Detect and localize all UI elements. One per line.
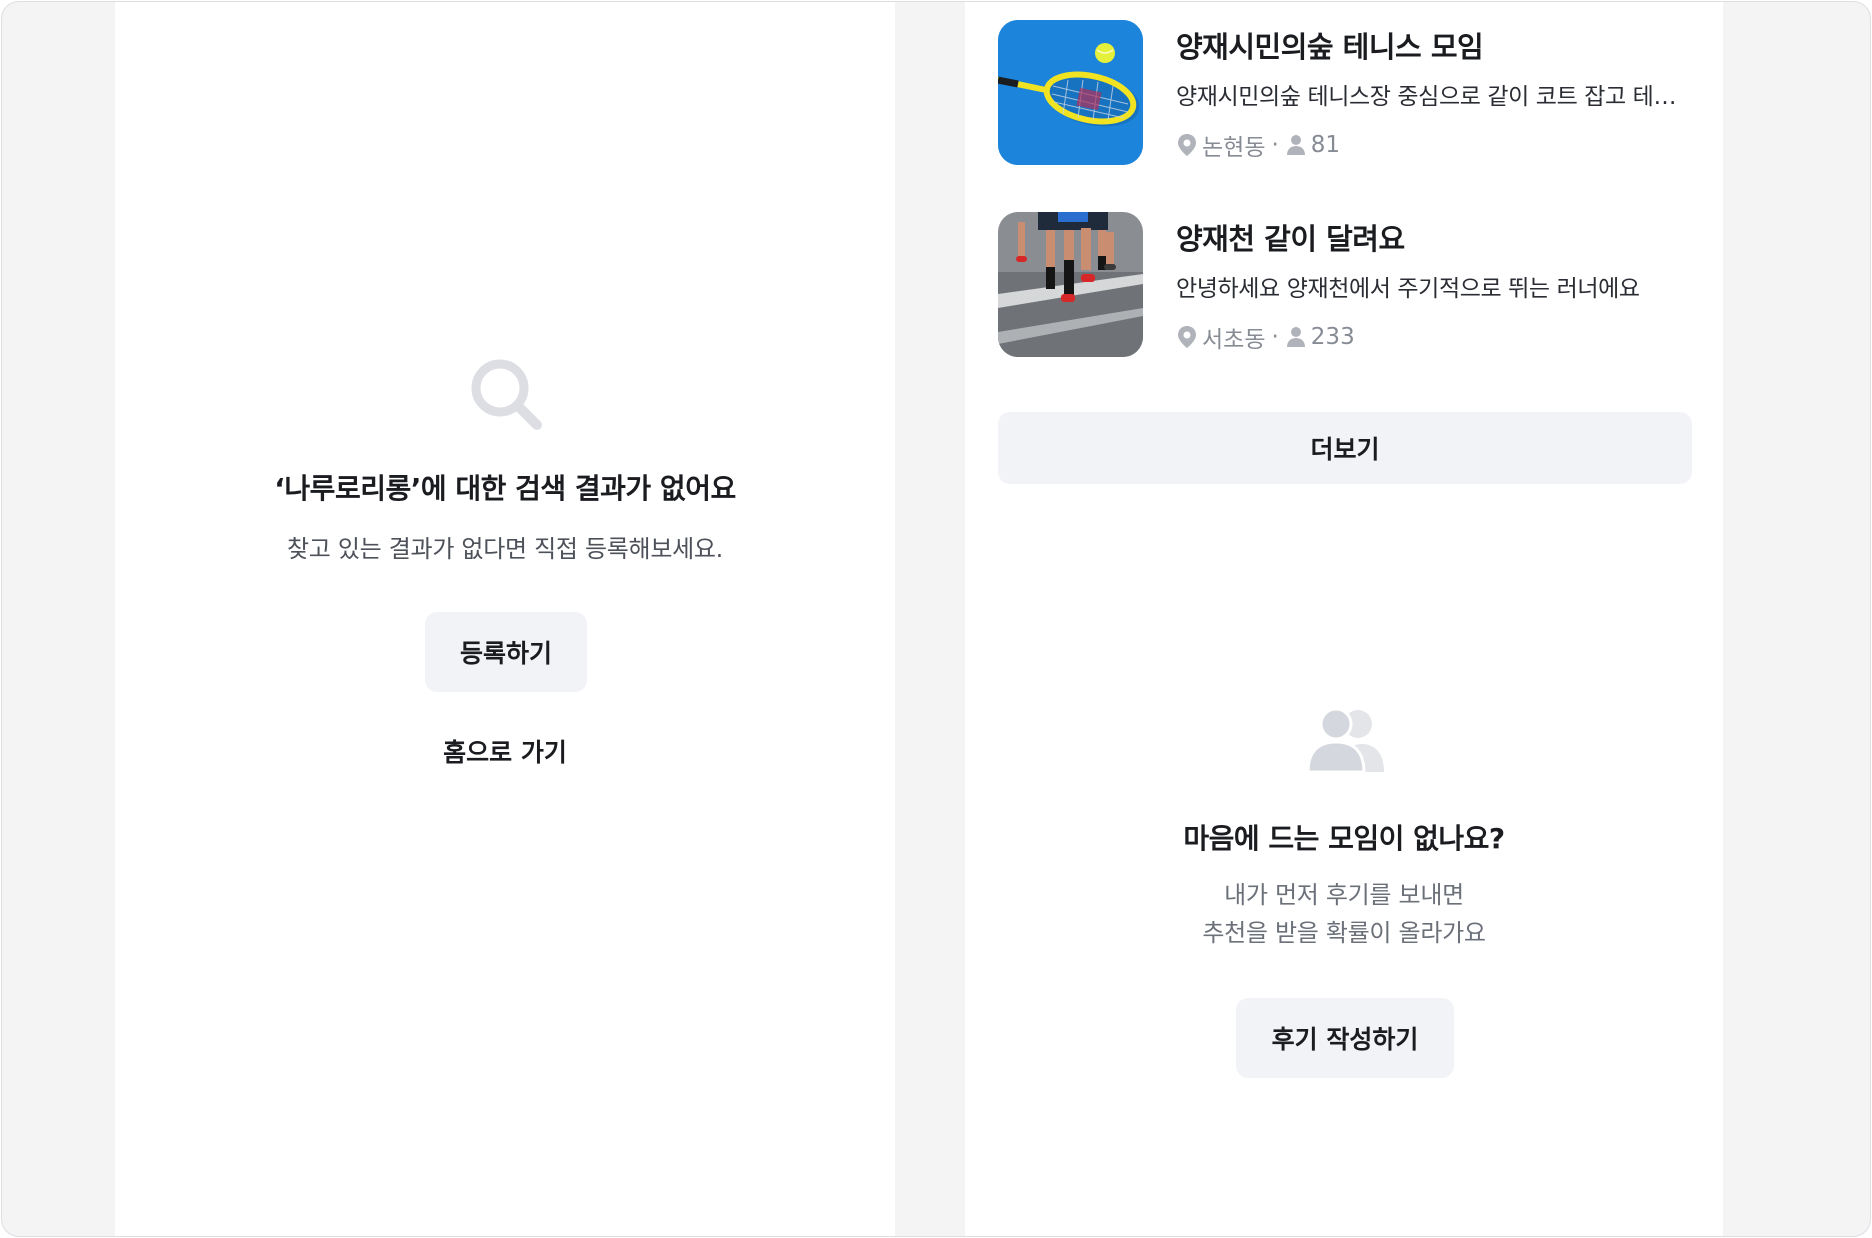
group-list-item[interactable]: 양재시민의숲 테니스 모임 양재시민의숲 테니스장 중심으로 같이 코트 잡고 … [998, 20, 1698, 165]
more-button[interactable]: 더보기 [998, 412, 1692, 484]
review-cta-title: 마음에 드는 모임이 없나요? [1183, 822, 1505, 855]
review-cta-description: 내가 먼저 후기를 보내면 추천을 받을 확률이 올라가요 [965, 876, 1723, 952]
register-button[interactable]: 등록하기 [425, 612, 587, 692]
review-cta-line: 추천을 받을 확률이 올라가요 [1202, 919, 1486, 947]
review-cta-line: 내가 먼저 후기를 보내면 [1224, 881, 1464, 909]
empty-result-title: ‘나루로리롱’에 대한 검색 결과가 없어요 [274, 472, 736, 505]
location-pin-icon [1178, 326, 1196, 348]
empty-result-subtitle: 찾고 있는 결과가 없다면 직접 등록해보세요. [286, 535, 723, 563]
group-name: 양재천 같이 달려요 [1176, 222, 1405, 256]
group-meta: 논현동 · 81 [1176, 128, 1340, 162]
group-name: 양재시민의숲 테니스 모임 [1176, 30, 1484, 64]
runners-image [998, 212, 1143, 357]
group-location: 논현동 [1202, 135, 1266, 161]
meta-separator: · [1271, 132, 1279, 158]
group-description: 안녕하세요 양재천에서 주기적으로 뛰는 러너에요 [1176, 276, 1640, 302]
group-member-count: 81 [1310, 132, 1341, 158]
location-pin-icon [1178, 134, 1196, 156]
group-description: 양재시민의숲 테니스장 중심으로 같이 코트 잡고 테니스 쳐요 [1176, 84, 1686, 110]
group-list-item[interactable]: 양재천 같이 달려요 안녕하세요 양재천에서 주기적으로 뛰는 러너에요 서초동… [998, 212, 1698, 357]
app-frame: ‘나루로리롱’에 대한 검색 결과가 없어요 찾고 있는 결과가 없다면 직접 … [1, 1, 1871, 1237]
group-member-count: 233 [1310, 324, 1355, 350]
group-meta: 서초동 · 233 [1176, 320, 1355, 354]
person-icon [1286, 327, 1305, 347]
write-review-button[interactable]: 후기 작성하기 [1236, 998, 1454, 1078]
group-list-panel: 양재시민의숲 테니스 모임 양재시민의숲 테니스장 중심으로 같이 코트 잡고 … [965, 2, 1723, 1236]
group-location: 서초동 [1202, 327, 1266, 353]
person-icon [1286, 135, 1305, 155]
search-empty-panel: ‘나루로리롱’에 대한 검색 결과가 없어요 찾고 있는 결과가 없다면 직접 … [115, 2, 895, 1236]
people-icon [1306, 708, 1384, 774]
home-link[interactable]: 홈으로 가기 [115, 733, 895, 769]
search-icon [471, 359, 542, 430]
tennis-racket-image [998, 20, 1143, 165]
meta-separator: · [1271, 324, 1279, 350]
group-thumbnail [998, 212, 1143, 357]
group-thumbnail [998, 20, 1143, 165]
